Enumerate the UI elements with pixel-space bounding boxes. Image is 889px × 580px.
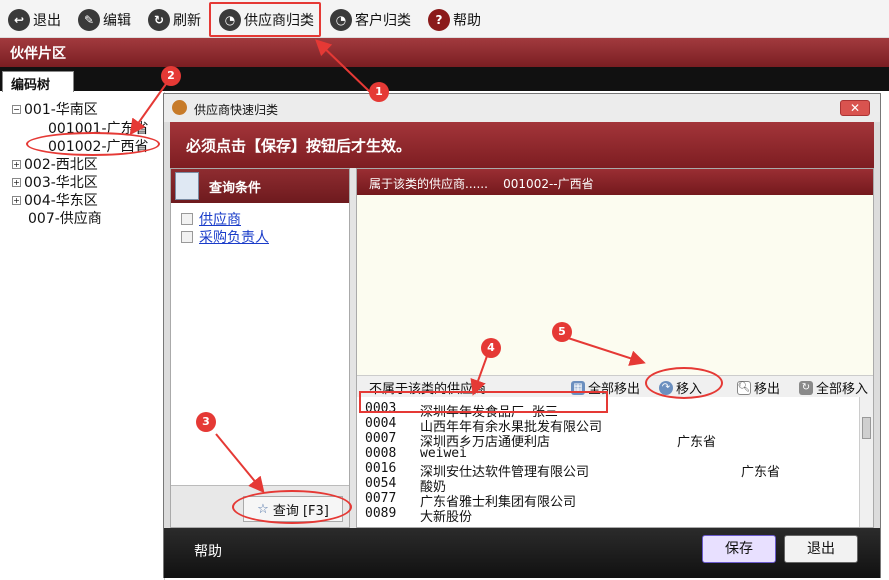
annotation-badge-1: 1 [369, 82, 389, 102]
annotation-badge-2: 2 [161, 66, 181, 86]
annotation-badge-4: 4 [481, 338, 501, 358]
annotation-badge-3: 3 [196, 412, 216, 432]
annotation-badge-5: 5 [552, 322, 572, 342]
annotation-arrows [129, 39, 646, 494]
